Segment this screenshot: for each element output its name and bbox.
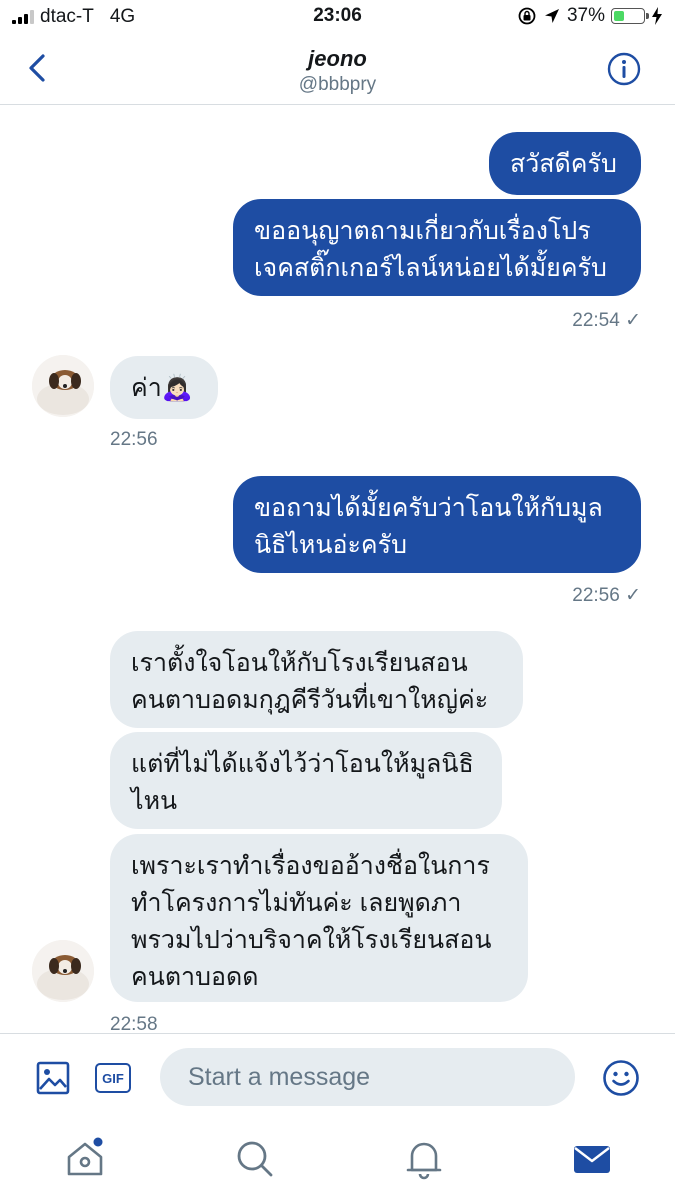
message-line: คนตาบอดด — [131, 963, 259, 991]
bottom-tab-bar — [0, 1121, 675, 1200]
message-line: ไหน — [131, 787, 178, 815]
dog-avatar-icon — [32, 940, 94, 1002]
dog-avatar-icon — [32, 355, 94, 417]
battery-icon — [611, 8, 649, 24]
message-timestamp: 22:56 — [110, 429, 158, 450]
message-bubble-sent[interactable]: ขอถามได้มั้ยครับว่าโอนให้กับมูล นิธิไหนอ… — [233, 476, 641, 573]
status-bar: dtac-T 4G 23:06 37% — [0, 0, 675, 36]
message-input[interactable] — [160, 1048, 575, 1106]
gif-label: GIF — [102, 1070, 124, 1086]
message-line: ขออนุญาตถามเกี่ยวกับเรื่องโปร — [254, 217, 591, 245]
message-bubble-sent[interactable]: ขออนุญาตถามเกี่ยวกับเรื่องโปร เจคสติ๊กเก… — [233, 199, 641, 296]
message-line: เราตั้งใจโอนให้กับโรงเรียนสอน — [131, 649, 468, 677]
emoji-icon[interactable] — [602, 1059, 640, 1097]
message-line: แต่ที่ไม่ได้แจ้งไว้ว่าโอนให้มูลนิธิ — [131, 750, 474, 778]
message-bubble-received[interactable]: เราตั้งใจโอนให้กับโรงเรียนสอน คนตาบอดมกุ… — [110, 631, 523, 728]
messages-icon[interactable] — [570, 1137, 614, 1181]
conversation-header: jeono @bbbpry — [0, 36, 675, 105]
message-line: คนตาบอดมกุฎคีรีวันที่เขาใหญ่ค่ะ — [131, 686, 489, 714]
message-composer: GIF — [0, 1033, 675, 1122]
gif-button[interactable]: GIF — [95, 1063, 131, 1093]
avatar[interactable] — [32, 355, 94, 417]
avatar[interactable] — [32, 940, 94, 1002]
battery-percent: 37% — [566, 5, 605, 26]
message-timestamp: 22:56 ✓ — [572, 585, 641, 606]
message-bubble-received[interactable]: เพราะเราทำเรื่องขออ้างชื่อในการ ทำโครงกา… — [110, 834, 528, 1002]
image-icon[interactable] — [36, 1061, 70, 1095]
message-line: เจคสติ๊กเกอร์ไลน์หน่อยได้มั้ยครับ — [254, 254, 607, 282]
message-line: เพราะเราทำเรื่องขออ้างชื่อในการ — [131, 852, 490, 880]
home-icon[interactable] — [63, 1137, 107, 1181]
message-line: สวัสดีครับ — [510, 150, 617, 178]
contact-handle: @bbbpry — [298, 74, 377, 95]
message-timestamp: 22:54 ✓ — [572, 310, 641, 331]
message-bubble-received[interactable]: ค่า🙇🏻‍♀️ — [110, 356, 218, 419]
search-icon[interactable] — [233, 1137, 277, 1181]
location-icon — [544, 9, 559, 23]
message-line: นิธิไหนอ่ะครับ — [254, 531, 407, 559]
message-bubble-sent[interactable]: สวัสดีครับ — [489, 132, 641, 195]
info-icon[interactable] — [607, 52, 641, 86]
message-line: ทำโครงการไม่ทันค่ะ เลยพูดภา — [131, 889, 462, 917]
notifications-icon[interactable] — [402, 1137, 446, 1181]
message-line: ขอถามได้มั้ยครับว่าโอนให้กับมูล — [254, 494, 603, 522]
orientation-lock-icon — [518, 7, 536, 25]
message-bubble-received[interactable]: แต่ที่ไม่ได้แจ้งไว้ว่าโอนให้มูลนิธิ ไหน — [110, 732, 502, 829]
message-line: ค่า🙇🏻‍♀️ — [131, 374, 193, 402]
message-line: พรวมไปว่าบริจาคให้โรงเรียนสอน — [131, 926, 492, 954]
contact-name: jeono — [308, 46, 367, 71]
charging-icon — [652, 7, 662, 25]
status-right: 37% — [517, 5, 663, 27]
